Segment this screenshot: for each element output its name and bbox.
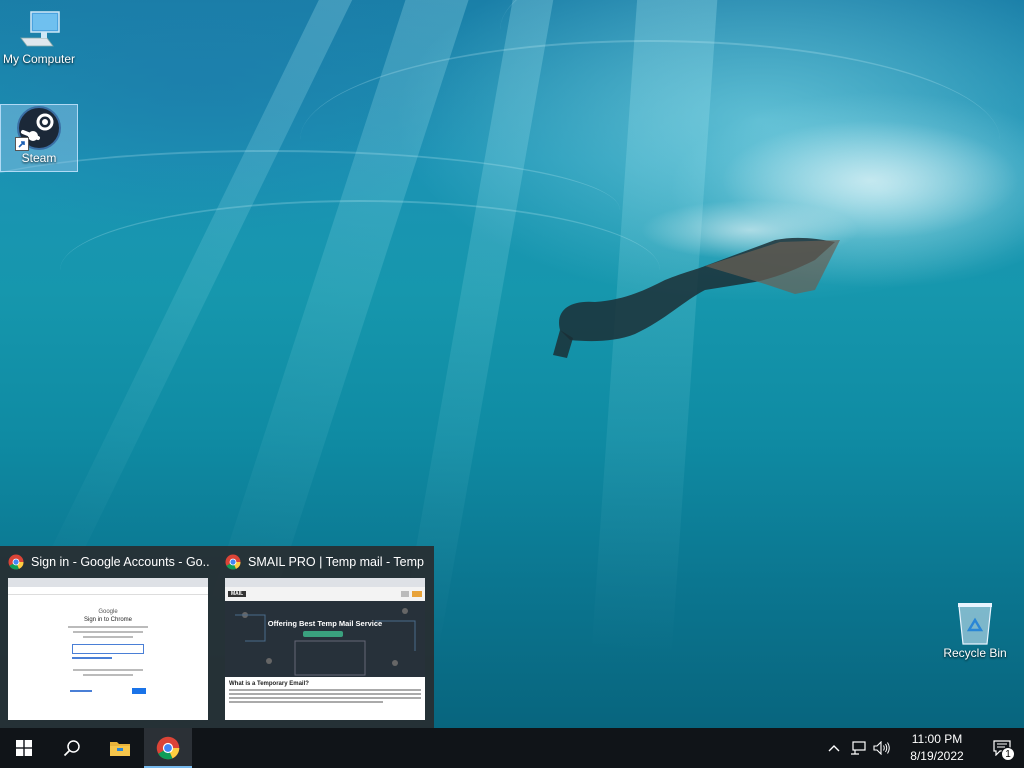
chrome-taskbar-button[interactable]: [144, 728, 192, 768]
search-icon: [63, 740, 80, 757]
freediver-silhouette: [553, 237, 840, 358]
shortcut-arrow-icon: [15, 137, 29, 151]
search-button[interactable]: [48, 728, 96, 768]
volume-icon: [873, 741, 890, 755]
preview-section-title: What is a Temporary Email?: [229, 681, 309, 687]
network-button[interactable]: [846, 728, 870, 768]
thumbnail-title: Sign in - Google Accounts - Go...: [31, 555, 209, 569]
desktop-icon-my-computer[interactable]: My Computer: [0, 6, 78, 74]
chrome-icon: [8, 554, 24, 570]
computer-icon: [20, 11, 60, 47]
taskbar: 11:00 PM 8/19/2022 1: [0, 728, 1024, 768]
desktop-icon-label: Steam: [21, 151, 57, 165]
show-hidden-icons-button[interactable]: [822, 728, 846, 768]
clock-time: 11:00 PM: [911, 732, 963, 746]
windows-logo-icon: [16, 740, 32, 756]
desktop-icon-steam[interactable]: Steam: [0, 104, 78, 172]
thumbnail-preview-google: Google Sign in to Chrome: [8, 578, 208, 720]
preview-heading: Sign in to Chrome: [83, 617, 133, 623]
system-tray: 11:00 PM 8/19/2022 1: [822, 728, 1024, 768]
preview-brand: Google: [98, 609, 118, 615]
preview-hero-title: Offering Best Temp Mail Service: [267, 619, 383, 628]
network-icon: [851, 741, 866, 755]
folder-icon: [110, 742, 130, 756]
desktop-icon-label: Recycle Bin: [943, 646, 1007, 660]
taskbar-thumbnail-panel: Sign in - Google Accounts - Go... SMAIL …: [0, 546, 434, 728]
chrome-icon: [225, 554, 241, 570]
action-center-button[interactable]: 1: [980, 728, 1024, 768]
chevron-up-icon: [828, 745, 840, 752]
file-explorer-button[interactable]: [96, 728, 144, 768]
volume-button[interactable]: [870, 728, 894, 768]
start-button[interactable]: [0, 728, 48, 768]
clock[interactable]: 11:00 PM 8/19/2022: [894, 731, 980, 765]
recycle-bin-icon: [958, 603, 992, 645]
thumbnail-title: SMAIL PRO | Temp mail - Temp ...: [248, 555, 426, 569]
clock-date: 8/19/2022: [910, 749, 964, 763]
desktop-icon-recycle-bin[interactable]: Recycle Bin: [936, 600, 1014, 668]
notification-count-badge: 1: [1001, 747, 1015, 761]
thumbnail-preview-smail: MAIL Offering Best Temp Mail Service Wha…: [225, 578, 425, 720]
preview-logo: MAIL: [228, 591, 247, 597]
chrome-icon: [156, 736, 180, 760]
desktop-icon-label: My Computer: [2, 52, 76, 66]
